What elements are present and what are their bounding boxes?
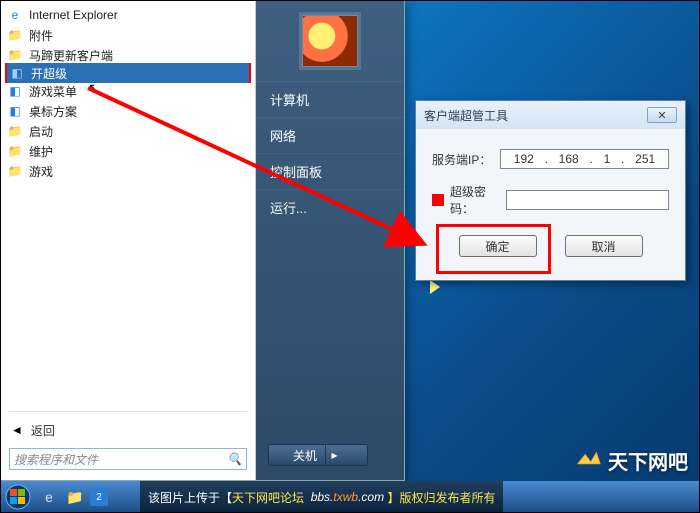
start-menu: eInternet Explorer 📁附件 📁马蹄更新客户端 ◧开超级 ◧游戏… [0,0,405,481]
shutdown-button[interactable]: 关机▸ [268,444,368,466]
program-game-menu[interactable]: ◧游戏菜单 [1,81,255,101]
close-icon: ✕ [657,109,666,122]
taskbar-app-icon[interactable]: 2 [90,488,108,506]
folder-icon: 📁 [7,47,23,63]
right-link-network[interactable]: 网络 [256,117,404,153]
dialog-title-text: 客户端超管工具 [424,107,508,124]
program-accessories[interactable]: 📁附件 [1,25,255,45]
super-password-input[interactable] [506,190,669,210]
brand-watermark: 天下网吧 [574,446,688,475]
folder-icon: 📁 [7,163,23,179]
close-button[interactable]: ✕ [647,107,677,123]
right-link-computer[interactable]: 计算机 [256,81,404,117]
start-orb[interactable] [0,481,36,513]
program-open-super[interactable]: ◧开超级 [5,63,251,83]
dialog-titlebar[interactable]: 客户端超管工具 ✕ [416,101,685,129]
brand-logo-icon [574,447,602,475]
ie-icon: e [7,7,23,23]
red-marker-icon [432,194,444,206]
start-menu-back[interactable]: ◄返回 [1,418,255,442]
server-ip-input[interactable]: 192. 168. 1. 251 [500,149,669,169]
start-menu-search[interactable]: 搜索程序和文件🔍 [9,448,247,470]
super-admin-dialog: 客户端超管工具 ✕ 服务端IP： 192. 168. 1. 251 超级密码： … [415,100,686,281]
program-maintenance[interactable]: 📁维护 [1,141,255,161]
taskbar-ie-icon[interactable]: e [38,486,60,508]
program-games[interactable]: 📁游戏 [1,161,255,181]
windows-logo-icon [5,484,31,510]
right-link-control-panel[interactable]: 控制面板 [256,153,404,189]
app-icon: ◧ [7,83,23,99]
chevron-right-icon[interactable]: ▸ [325,445,343,465]
back-arrow-icon: ◄ [11,423,23,437]
ok-button[interactable]: 确定 [459,235,537,257]
cancel-button[interactable]: 取消 [565,235,643,257]
start-menu-program-list: eInternet Explorer 📁附件 📁马蹄更新客户端 ◧开超级 ◧游戏… [1,1,255,405]
program-startup[interactable]: 📁启动 [1,121,255,141]
folder-icon: 📁 [7,27,23,43]
folder-icon: 📁 [7,123,23,139]
program-ie[interactable]: eInternet Explorer [1,5,255,25]
right-link-run[interactable]: 运行... [256,189,404,225]
program-desktop-icons[interactable]: ◧桌标方案 [1,101,255,121]
app-icon: ◧ [7,103,23,119]
app-icon: ◧ [9,65,25,81]
upload-watermark: 该图片上传于【 天下网吧论坛 bbs.txwb.com 】版权归发布者所有 [140,481,503,513]
folder-icon: 📁 [7,143,23,159]
search-icon: 🔍 [227,452,242,466]
taskbar-explorer-icon[interactable]: 📁 [64,486,86,508]
password-label: 超级密码： [450,183,506,217]
user-avatar[interactable] [302,15,358,67]
ip-label: 服务端IP： [432,151,500,168]
program-update-client[interactable]: 📁马蹄更新客户端 [1,45,255,65]
